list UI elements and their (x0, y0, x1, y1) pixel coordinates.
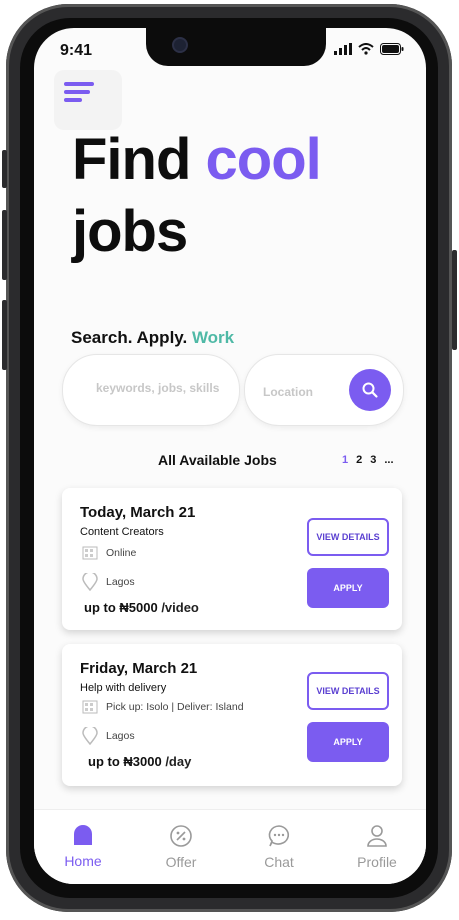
hero-word-find: Find (72, 127, 191, 192)
apply-button[interactable]: APPLY (307, 722, 389, 762)
keywords-placeholder: keywords, jobs, skills (96, 381, 220, 395)
nav-home[interactable]: Home (34, 810, 132, 884)
page-more[interactable]: ... (384, 454, 393, 466)
tagline-accent: Work (191, 328, 235, 347)
job-mode: Online (106, 547, 137, 559)
job-pay-unit: /day (165, 754, 192, 769)
menu-icon-line (64, 90, 90, 94)
job-mode: Pick up: Isolo | Deliver: Island (106, 701, 244, 713)
apply-button[interactable]: APPLY (307, 568, 389, 608)
job-pay-unit: /video (161, 600, 199, 615)
nav-profile-label: Profile (357, 854, 397, 870)
mute-switch (2, 150, 7, 188)
status-time: 9:41 (60, 42, 93, 59)
job-pay: up to ₦5000 /video (84, 600, 199, 615)
hero-word-cool: cool (205, 127, 322, 192)
tagline-text: Search. Apply. (71, 328, 188, 347)
job-date: Today, March 21 (80, 504, 196, 521)
job-pay-amount: up to ₦5000 (84, 600, 158, 615)
job-category: Content Creators (80, 526, 164, 538)
keywords-input[interactable]: keywords, jobs, skills (62, 354, 240, 426)
home-icon (74, 825, 92, 845)
page-3[interactable]: 3 (370, 454, 376, 466)
job-card: Today, March 21 Content Creators Online … (62, 488, 402, 630)
nav-offer-label: Offer (165, 854, 197, 870)
job-mode-row: Online (82, 546, 136, 560)
nav-chat-label: Chat (264, 854, 294, 870)
wifi-icon (358, 43, 374, 55)
nav-offer[interactable]: Offer (132, 810, 230, 884)
building-icon (82, 546, 98, 560)
menu-icon-line (64, 98, 82, 102)
nav-profile[interactable]: Profile (328, 810, 426, 884)
tagline: Search. Apply. Work (71, 328, 234, 348)
nav-home-label: Home (64, 853, 102, 869)
page-2[interactable]: 2 (356, 454, 362, 466)
job-date: Friday, March 21 (80, 660, 198, 677)
signal-icon (334, 43, 352, 55)
job-pay-amount: up to ₦3000 (88, 754, 162, 769)
location-input[interactable]: Location (244, 354, 404, 426)
hero-title: Find cool jobs (72, 124, 322, 268)
page-1[interactable]: 1 (342, 454, 348, 466)
view-details-button[interactable]: VIEW DETAILS (307, 672, 389, 710)
profile-icon (367, 825, 387, 847)
volume-up-button (2, 210, 7, 280)
search-button[interactable] (349, 369, 391, 411)
camera-icon (172, 37, 188, 53)
view-details-button[interactable]: VIEW DETAILS (307, 518, 389, 556)
nav-chat[interactable]: Chat (230, 810, 328, 884)
notch (146, 28, 326, 66)
chat-icon (268, 825, 290, 847)
menu-button[interactable] (54, 70, 122, 130)
jobs-section-title: All Available Jobs (158, 452, 277, 468)
pagination: 1 2 3 ... (342, 454, 394, 466)
location-placeholder: Location (263, 385, 313, 399)
job-location: Lagos (106, 730, 135, 742)
offer-icon (170, 825, 192, 847)
building-icon (82, 700, 98, 714)
status-icons (334, 43, 404, 55)
search-icon (362, 382, 378, 398)
job-location: Lagos (106, 576, 135, 588)
job-location-row: Lagos (82, 573, 135, 591)
power-button (452, 250, 457, 350)
app-screen: 9:41 Find cool jobs Search. Apply. Work … (34, 28, 426, 884)
job-pay: up to ₦3000 /day (88, 754, 191, 769)
location-pin-icon (82, 727, 98, 745)
location-pin-icon (82, 573, 98, 591)
job-category: Help with delivery (80, 682, 167, 694)
menu-icon-line (64, 82, 94, 86)
job-location-row: Lagos (82, 727, 135, 745)
hero-word-jobs: jobs (72, 199, 188, 264)
job-card: Friday, March 21 Help with delivery Pick… (62, 644, 402, 786)
volume-down-button (2, 300, 7, 370)
battery-icon (380, 43, 404, 55)
job-mode-row: Pick up: Isolo | Deliver: Island (82, 700, 244, 714)
bottom-nav: Home Offer Chat Profile (34, 809, 426, 884)
